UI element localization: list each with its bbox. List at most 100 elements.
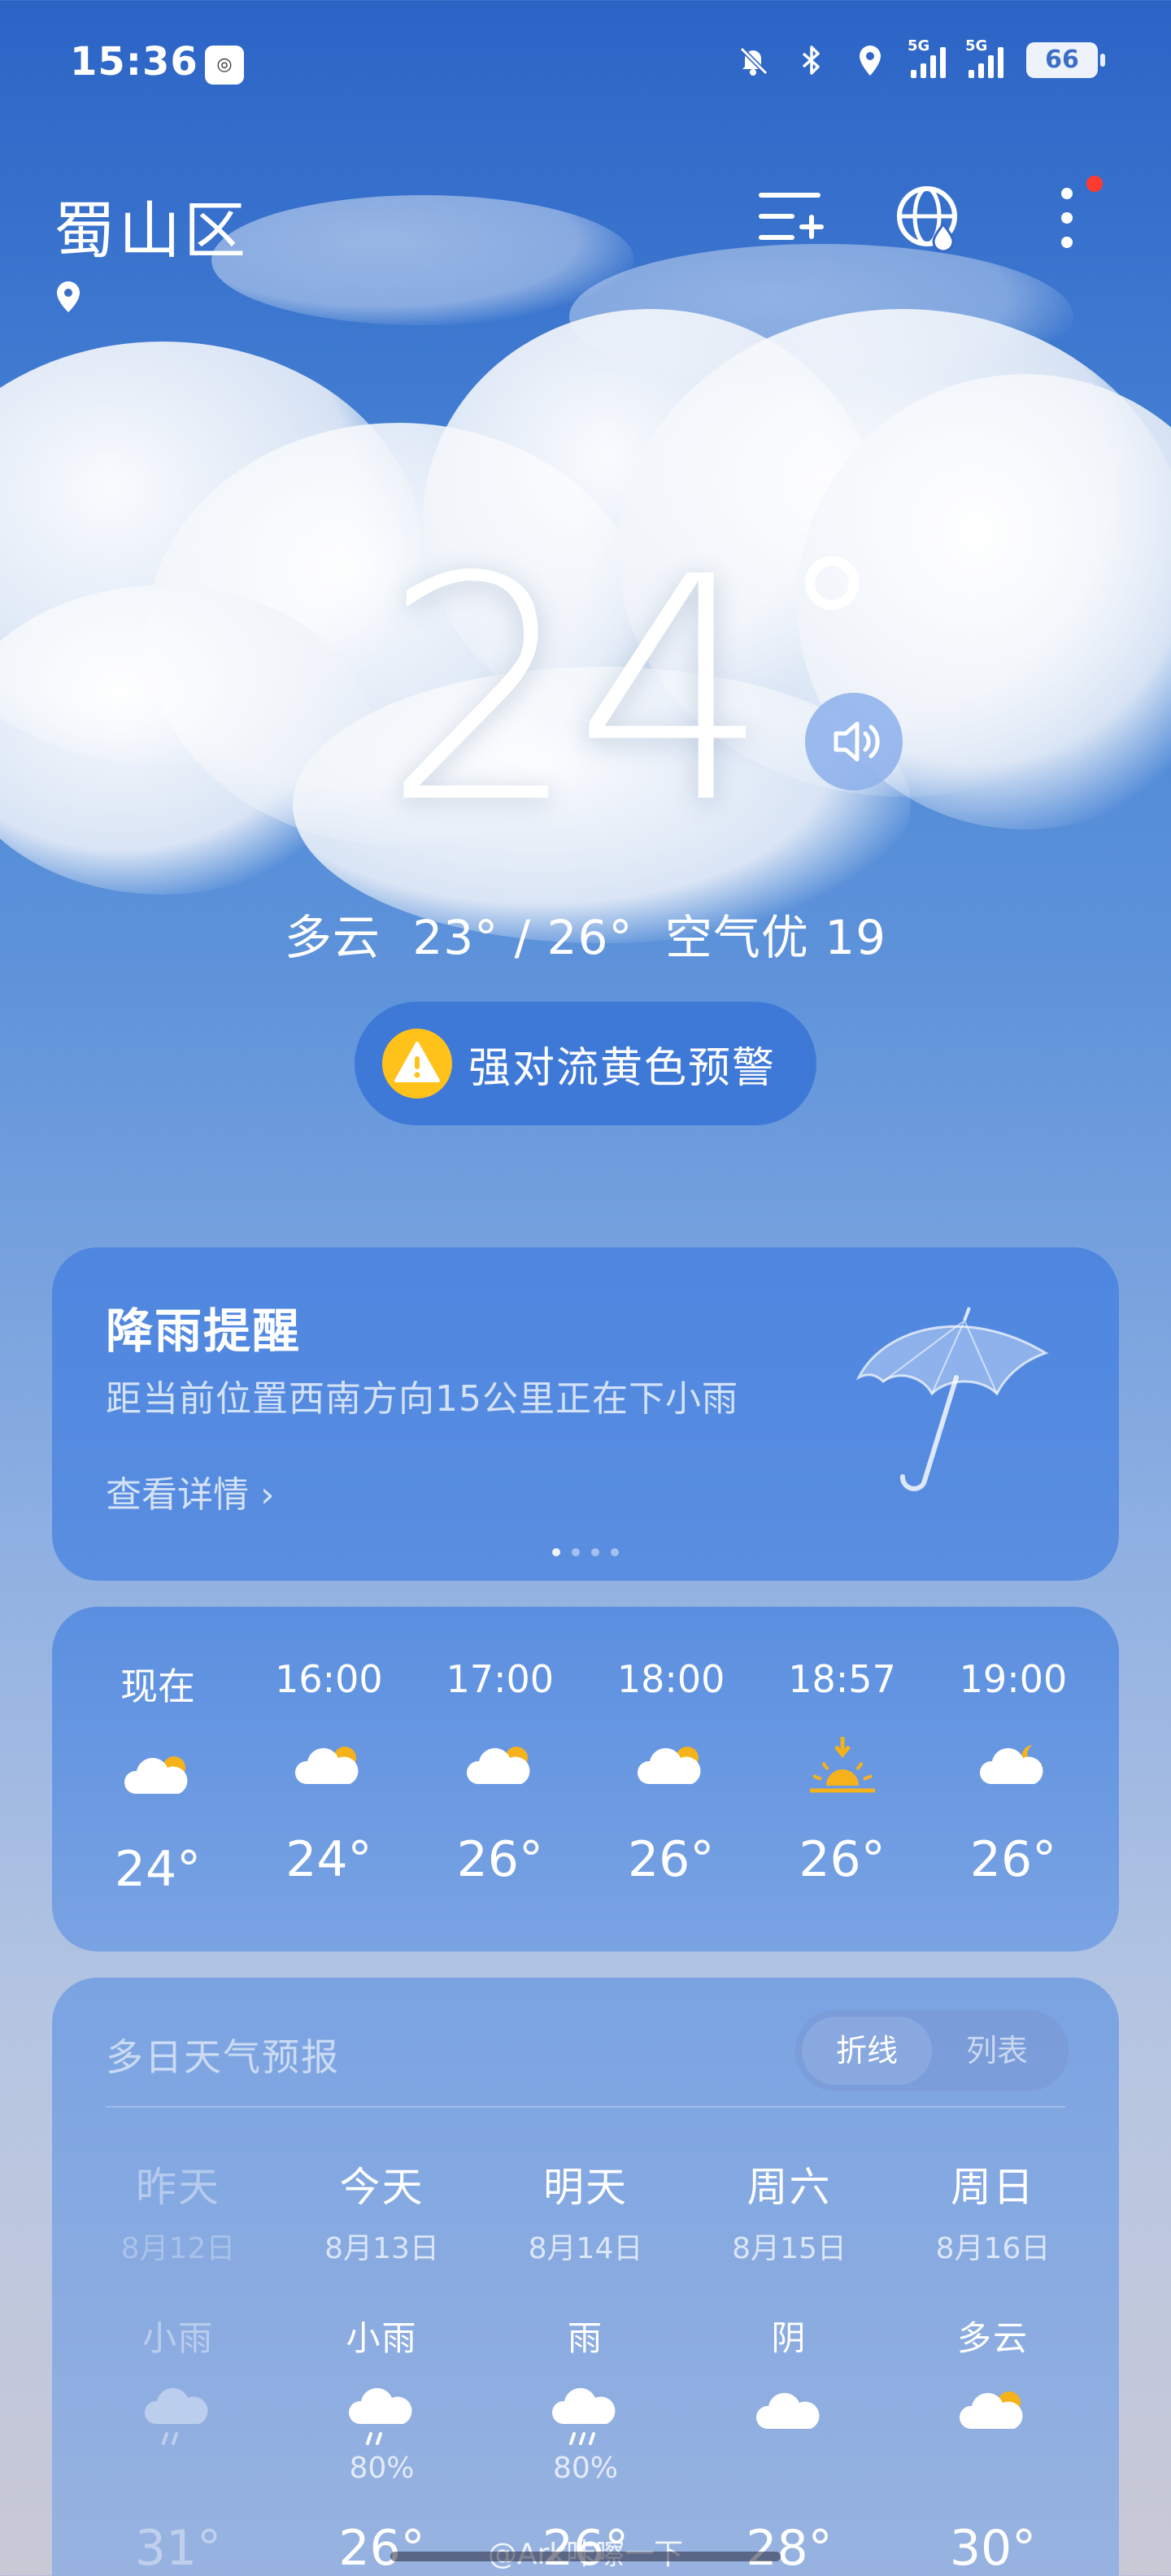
- pager-dot: [591, 1548, 599, 1556]
- daily-item[interactable]: 周日 8月16日 多云 30°: [899, 2140, 1086, 2576]
- voice-broadcast-button[interactable]: [805, 693, 903, 790]
- degree-symbol: [805, 556, 859, 610]
- rain-card-description: 距当前位置西南方向15公里正在下小雨: [106, 1378, 738, 1420]
- day-label: 周六: [747, 2164, 832, 2211]
- speaker-icon: [834, 721, 880, 762]
- rain-card-title: 降雨提醒: [106, 1303, 302, 1359]
- view-details-link[interactable]: 查看详情 ›: [106, 1465, 275, 1517]
- hourly-item: 16:00 24°: [247, 1607, 410, 1952]
- hour-temp: 24°: [285, 1831, 372, 1888]
- day-date: 8月14日: [528, 2232, 643, 2265]
- hourly-forecast-card[interactable]: 现在 24° 16:00 24° 17:00 26° 18:00 26° 18:57 26° 19:…: [52, 1607, 1119, 1952]
- warning-icon: [382, 1029, 452, 1099]
- precip-probability: [85, 2452, 272, 2487]
- home-indicator[interactable]: [390, 2552, 781, 2561]
- mute-bell-icon: [739, 46, 768, 76]
- card-pager: [52, 1548, 1119, 1556]
- status-bar: 15:36 ◎ 5G 5G 66: [0, 0, 1171, 130]
- day-condition: 小雨: [141, 2318, 214, 2358]
- overcast-icon: [749, 2378, 830, 2447]
- hourly-item: 18:57 26°: [761, 1607, 924, 1952]
- rain-icon: [545, 2378, 626, 2447]
- more-vertical-icon: [1061, 188, 1073, 248]
- alert-label: 强对流黄色预警: [468, 1043, 777, 1093]
- hour-time: 17:00: [446, 1657, 555, 1701]
- hour-time: 18:00: [616, 1657, 725, 1701]
- daily-item[interactable]: 周六 8月15日阴 28°: [696, 2140, 883, 2576]
- pager-dot: [572, 1548, 580, 1556]
- daily-item[interactable]: 昨天 8月12日 小雨 31°: [85, 2140, 272, 2576]
- day-condition: 阴: [771, 2318, 808, 2358]
- current-temperature: 24: [382, 511, 771, 871]
- signal-icon: 5G: [908, 37, 946, 78]
- status-time: 15:36: [70, 39, 198, 85]
- city-name[interactable]: 蜀山区: [54, 181, 249, 270]
- day-condition: 多云: [956, 2318, 1029, 2358]
- pager-dot: [552, 1548, 560, 1556]
- umbrella-icon: [855, 1307, 1049, 1491]
- partly-cloudy-icon: [952, 2378, 1034, 2447]
- battery-indicator: 66: [1026, 42, 1105, 78]
- weather-alert-button[interactable]: 强对流黄色预警: [355, 1002, 816, 1125]
- hour-temp: 26°: [627, 1831, 715, 1888]
- precip-probability: 80%: [552, 2452, 618, 2485]
- precip-probability: 80%: [349, 2452, 415, 2485]
- partly-cloudy-icon: [459, 1734, 541, 1799]
- daily-item[interactable]: 明天 8月14日雨 80% 26°: [492, 2140, 679, 2576]
- view-toggle[interactable]: 折线 列表: [795, 2010, 1069, 2091]
- toggle-line-chart[interactable]: 折线: [802, 2017, 932, 2085]
- hour-temp: 24°: [114, 1841, 202, 1898]
- precip-probability: [899, 2452, 1086, 2487]
- sunset-icon: [802, 1734, 883, 1799]
- partly-cloudy-icon: [630, 1734, 712, 1799]
- light-rain-icon: [137, 2378, 219, 2447]
- app-notification-icon: ◎: [205, 46, 244, 85]
- hourly-item: 17:00 26°: [419, 1607, 581, 1952]
- daily-forecast-card[interactable]: 多日天气预报 折线 列表 昨天 8月12日 小雨 31° 今天 8月13日 小雨 80% 26°…: [52, 1978, 1119, 2576]
- location-pin-icon: [57, 281, 80, 312]
- partly-cloudy-night-icon: [973, 1734, 1054, 1799]
- day-date: 8月15日: [732, 2232, 847, 2265]
- precip-probability: [696, 2452, 883, 2487]
- daily-forecast-title: 多日天气预报: [106, 2035, 340, 2079]
- daily-item[interactable]: 今天 8月13日 小雨 80% 26°: [289, 2140, 476, 2576]
- hour-temp: 26°: [969, 1831, 1057, 1888]
- manage-cities-button[interactable]: [756, 184, 825, 252]
- day-label: 明天: [543, 2164, 628, 2211]
- divider: [106, 2106, 1065, 2108]
- globe-icon: [897, 186, 957, 253]
- pager-dot: [611, 1548, 619, 1556]
- bluetooth-icon: [802, 46, 820, 75]
- signal-icon: 5G: [965, 37, 1003, 78]
- add-list-icon: [759, 193, 824, 240]
- partly-cloudy-icon: [288, 1734, 369, 1799]
- hour-temp: 26°: [456, 1831, 543, 1888]
- day-condition: 小雨: [346, 2318, 418, 2358]
- hour-time: 19:00: [959, 1657, 1068, 1701]
- day-date: 8月16日: [935, 2232, 1051, 2265]
- hourly-item: 19:00 26°: [932, 1607, 1095, 1952]
- condition-text: 多云: [284, 910, 381, 965]
- partly-cloudy-icon: [117, 1743, 198, 1808]
- day-label: 昨天: [136, 2164, 220, 2211]
- day-condition: 雨: [567, 2318, 603, 2358]
- more-menu-button[interactable]: [1033, 176, 1103, 252]
- toggle-list[interactable]: 列表: [932, 2017, 1062, 2085]
- hour-time: 现在: [120, 1664, 195, 1708]
- day-label: 今天: [339, 2164, 424, 2211]
- hour-temp: 26°: [799, 1831, 886, 1888]
- light-rain-icon: [342, 2378, 423, 2447]
- hourly-item: 现在 24°: [76, 1607, 239, 1952]
- day-label: 周日: [951, 2164, 1035, 2211]
- hourly-item: 18:00 26°: [590, 1607, 752, 1952]
- notification-dot: [1086, 176, 1103, 192]
- rain-reminder-card[interactable]: 降雨提醒 距当前位置西南方向15公里正在下小雨 查看详情 ›: [52, 1247, 1119, 1581]
- day-date: 8月13日: [324, 2232, 439, 2265]
- current-summary: 多云 23° / 26° 空气优 19: [0, 899, 1171, 968]
- day-date: 8月12日: [120, 2232, 236, 2265]
- hour-time: 18:57: [788, 1657, 896, 1701]
- location-icon: [860, 46, 881, 76]
- temp-range: 23° / 26°: [412, 910, 633, 965]
- global-weather-button[interactable]: [895, 184, 963, 253]
- air-quality[interactable]: 空气优 19: [665, 910, 886, 965]
